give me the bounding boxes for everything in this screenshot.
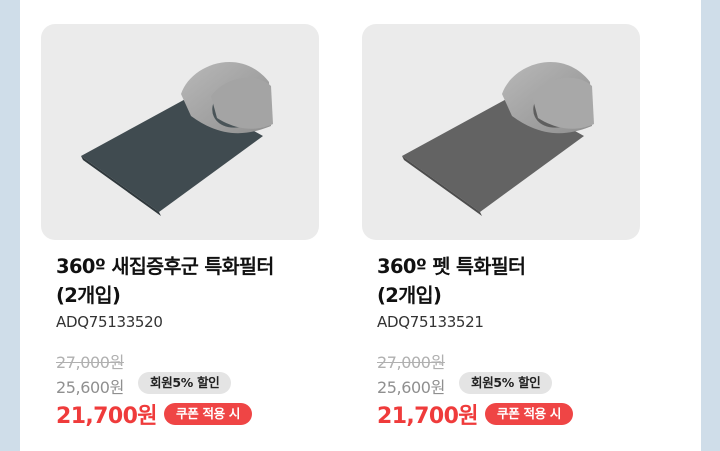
member-price: 25,600원 bbox=[56, 378, 124, 397]
coupon-badge: 쿠폰 적용 시 bbox=[485, 403, 574, 425]
member-price: 25,600원 bbox=[377, 378, 445, 397]
member-discount-badge: 회원5% 할인 bbox=[138, 372, 232, 394]
coupon-price: 21,700원 bbox=[377, 404, 479, 429]
original-price: 27,000원 bbox=[56, 353, 124, 372]
grey-filter-roll-icon bbox=[402, 62, 594, 216]
coupon-badge: 쿠폰 적용 시 bbox=[164, 403, 253, 425]
product-title[interactable]: 360º 펫 특화필터 (2개입) bbox=[377, 252, 639, 310]
product-image[interactable] bbox=[362, 24, 640, 240]
product-card[interactable]: 360º 펫 특화필터 (2개입) ADQ75133521 27,000원 25… bbox=[362, 0, 642, 451]
product-image[interactable] bbox=[41, 24, 319, 240]
dark-grey-filter-roll-icon bbox=[81, 62, 273, 216]
product-card[interactable]: 360º 새집증후군 특화필터 (2개입) ADQ75133520 27,000… bbox=[41, 0, 321, 451]
product-model-code: ADQ75133520 bbox=[56, 313, 163, 331]
original-price: 27,000원 bbox=[377, 353, 445, 372]
product-title[interactable]: 360º 새집증후군 특화필터 (2개입) bbox=[56, 252, 318, 310]
member-discount-badge: 회원5% 할인 bbox=[459, 372, 553, 394]
product-model-code: ADQ75133521 bbox=[377, 313, 484, 331]
coupon-price: 21,700원 bbox=[56, 404, 158, 429]
